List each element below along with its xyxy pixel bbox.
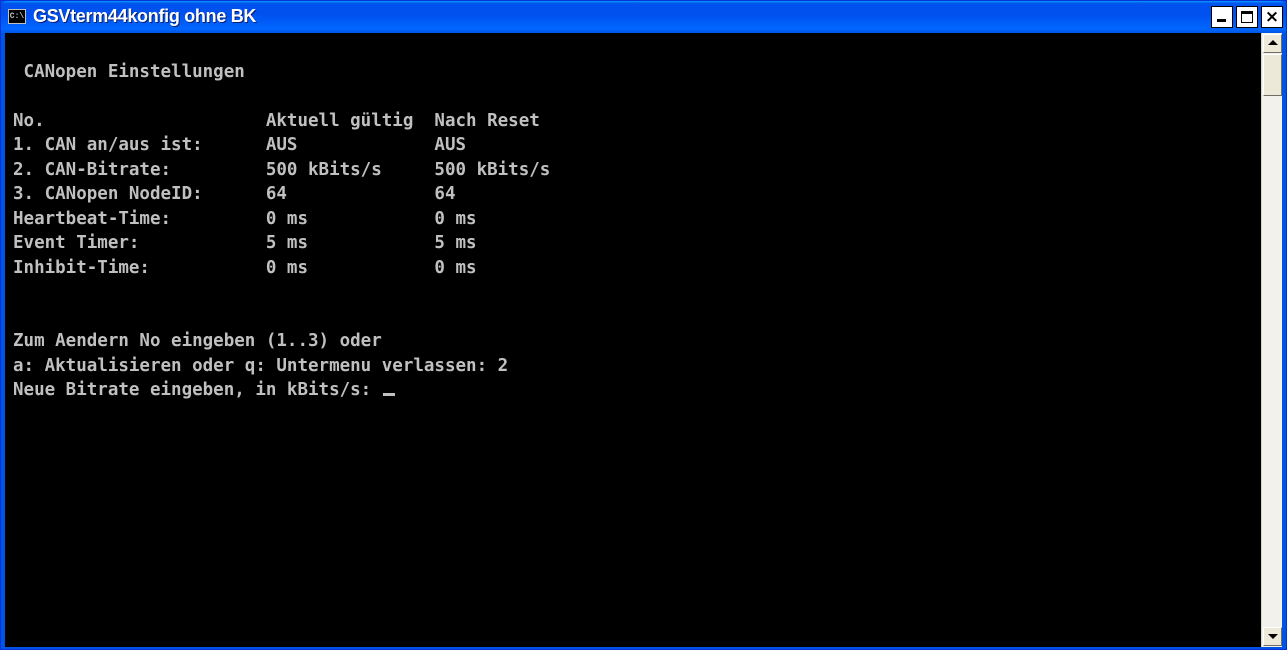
console-input-line[interactable]: Neue Bitrate eingeben, in kBits/s: xyxy=(13,378,550,403)
close-button[interactable]: × xyxy=(1261,6,1283,28)
console-line-heartbeat: Heartbeat-Time: 0 ms 0 ms xyxy=(13,208,477,229)
console-text: CANopen Einstellungen No. Aktuell gültig… xyxy=(13,35,550,403)
console-line-event-timer: Event Timer: 5 ms 5 ms xyxy=(13,233,477,253)
console-line-can-on-off: 1. CAN an/aus ist: AUS AUS xyxy=(13,135,467,155)
scrollbar-thumb[interactable] xyxy=(1263,54,1282,96)
console-window: C:\ GSVterm44konfig ohne BK × CANopen Ei… xyxy=(0,0,1287,650)
vertical-scrollbar[interactable] xyxy=(1261,33,1282,647)
title-bar[interactable]: C:\ GSVterm44konfig ohne BK × xyxy=(1,1,1286,33)
console-output[interactable]: CANopen Einstellungen No. Aktuell gültig… xyxy=(5,33,1265,647)
maximize-button[interactable] xyxy=(1236,6,1258,28)
console-line-table-header: No. Aktuell gültig Nach Reset xyxy=(13,110,540,131)
console-line-can-bitrate: 2. CAN-Bitrate: 500 kBits/s 500 kBits/s xyxy=(13,159,551,180)
console-line-node-id: 3. CANopen NodeID: 64 64 xyxy=(13,184,456,204)
console-line-heading: CANopen Einstellungen xyxy=(13,61,245,82)
close-icon: × xyxy=(1264,7,1280,27)
text-cursor xyxy=(382,393,395,396)
console-icon[interactable]: C:\ xyxy=(8,9,26,24)
console-input-prompt: Neue Bitrate eingeben, in kBits/s: xyxy=(13,380,382,400)
console-line-prompt-1: Zum Aendern No eingeben (1..3) oder xyxy=(13,331,382,351)
window-title: GSVterm44konfig ohne BK xyxy=(33,6,257,26)
minimize-button[interactable] xyxy=(1211,6,1233,28)
scroll-down-arrow-icon[interactable] xyxy=(1263,627,1282,646)
scroll-up-arrow-icon[interactable] xyxy=(1263,34,1282,53)
console-line-prompt-2: a: Aktualisieren oder q: Untermenu verla… xyxy=(13,355,509,376)
console-line-inhibit-time: Inhibit-Time: 0 ms 0 ms xyxy=(13,257,477,278)
